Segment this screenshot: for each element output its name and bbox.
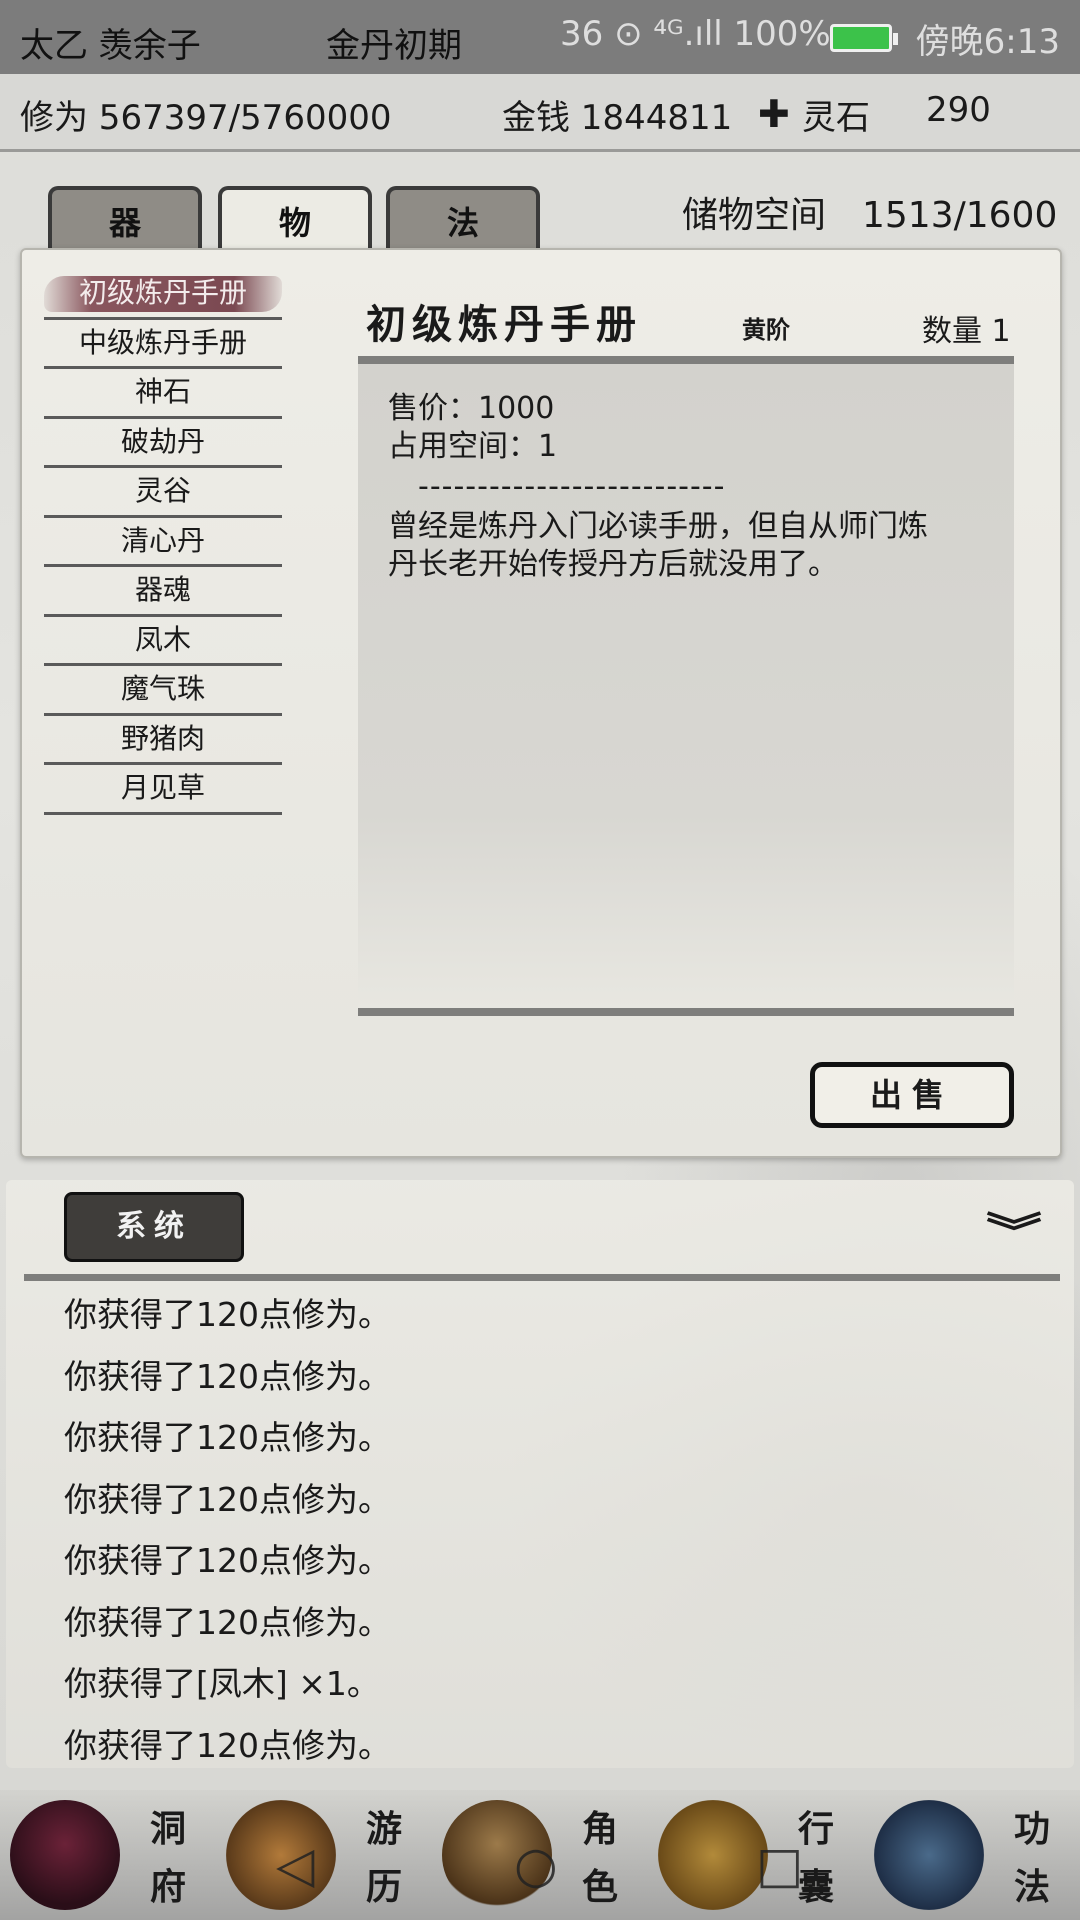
cave-icon [10, 1800, 120, 1910]
nav-label: 行 [798, 1808, 835, 1850]
list-item[interactable]: 中级炼丹手册 [44, 320, 282, 369]
nav-label: 囊 [798, 1866, 835, 1908]
money-count: 金钱 1844811 [502, 98, 733, 138]
list-item[interactable]: 初级炼丹手册 [44, 270, 282, 320]
item-price: 售价：1000 [388, 391, 555, 426]
inventory-panel: 初级炼丹手册 中级炼丹手册 神石 破劫丹 灵谷 清心丹 器魂 凤木 魔气珠 野猪… [20, 248, 1062, 1158]
spirit-stone-label: 灵石 [802, 98, 870, 138]
sell-button[interactable]: 出售 [810, 1062, 1014, 1128]
system-status-icons: 36 ⊙ ⁴ᴳ.ıll 100% [560, 14, 831, 54]
tab-equipment[interactable]: 器 [48, 186, 202, 252]
stats-bar: 修为 567397/5760000 金钱 1844811 ✚ 灵石 290 [0, 74, 1080, 152]
bag-icon [658, 1800, 768, 1910]
back-icon[interactable]: ◁ [276, 1836, 314, 1894]
top-status-bar: 太乙 羡余子 金丹初期 36 ⊙ ⁴ᴳ.ıll 100% 傍晚6:13 [0, 0, 1080, 74]
spirit-stone-icon: ✚ [758, 92, 790, 136]
list-item[interactable]: 凤木 [44, 617, 282, 666]
nav-label: 游 [366, 1808, 403, 1850]
item-list: 初级炼丹手册 中级炼丹手册 神石 破劫丹 灵谷 清心丹 器魂 凤木 魔气珠 野猪… [44, 270, 282, 815]
log-line: 你获得了120点修为。 [64, 1541, 391, 1580]
log-list: 你获得了120点修为。 你获得了120点修为。 你获得了120点修为。 你获得了… [64, 1284, 391, 1776]
list-item[interactable]: 魔气珠 [44, 666, 282, 716]
tab-items[interactable]: 物 [218, 186, 372, 256]
home-icon[interactable]: ○ [514, 1836, 558, 1894]
item-grade: 黄阶 [742, 315, 790, 344]
log-line: 你获得了120点修为。 [64, 1418, 391, 1457]
book-icon [874, 1800, 984, 1910]
log-line: 你获得了120点修为。 [64, 1602, 391, 1642]
message-log-panel: 系统 ︾ 你获得了120点修为。 你获得了120点修为。 你获得了120点修为。… [6, 1180, 1074, 1768]
detail-divider: -------------------------- [418, 469, 726, 504]
cultivation-progress: 修为 567397/5760000 [20, 98, 392, 138]
storage-capacity: 储物空间 1513/1600 [682, 195, 1058, 236]
item-detail-title: 初级炼丹手册 [366, 301, 642, 348]
nav-label: 功 [1014, 1808, 1051, 1850]
list-item[interactable]: 月见草 [44, 765, 282, 815]
list-item[interactable]: 野猪肉 [44, 716, 282, 765]
cultivation-realm: 金丹初期 [326, 26, 462, 66]
item-description-line: 丹长老开始传授丹方后就没用了。 [388, 547, 838, 582]
list-item[interactable]: 器魂 [44, 567, 282, 617]
list-item[interactable]: 灵谷 [44, 468, 282, 518]
log-line: 你获得了120点修为。 [64, 1356, 391, 1396]
item-quantity: 数量 1 [922, 314, 1011, 349]
recents-icon[interactable]: □ [756, 1836, 803, 1894]
item-detail-box: 售价：1000 占用空间：1 -------------------------… [358, 356, 1014, 1016]
nav-label: 法 [1014, 1866, 1051, 1908]
log-divider [24, 1274, 1060, 1281]
character-name: 太乙 羡余子 [20, 26, 201, 66]
log-line: 你获得了[凤木] ×1。 [64, 1664, 380, 1703]
tab-system-log[interactable]: 系统 [64, 1192, 244, 1262]
nav-gongfa[interactable]: 功法 [864, 1790, 1080, 1920]
nav-dongfu[interactable]: 洞府 [0, 1790, 216, 1920]
nav-label: 角 [582, 1808, 619, 1850]
list-item[interactable]: 清心丹 [44, 518, 282, 567]
system-time: 傍晚6:13 [915, 22, 1060, 62]
item-space: 占用空间：1 [388, 429, 558, 464]
log-line: 你获得了120点修为。 [64, 1295, 391, 1334]
list-item[interactable]: 神石 [44, 369, 282, 419]
list-item[interactable]: 破劫丹 [44, 419, 282, 468]
nav-youli[interactable]: 游历 [216, 1790, 432, 1920]
nav-label: 府 [150, 1866, 187, 1908]
item-description-line: 曾经是炼丹入门必读手册，但自从师门炼 [388, 509, 928, 544]
chevron-double-down-icon[interactable]: ︾ [986, 1200, 1042, 1258]
nav-label: 历 [366, 1866, 403, 1908]
nav-label: 色 [582, 1866, 619, 1908]
log-line: 你获得了120点修为。 [64, 1725, 391, 1765]
nav-label: 洞 [150, 1808, 187, 1850]
tab-techniques[interactable]: 法 [386, 186, 540, 252]
battery-icon [830, 24, 898, 52]
log-line: 你获得了120点修为。 [64, 1479, 391, 1519]
spirit-stone-count: 290 [926, 90, 991, 130]
